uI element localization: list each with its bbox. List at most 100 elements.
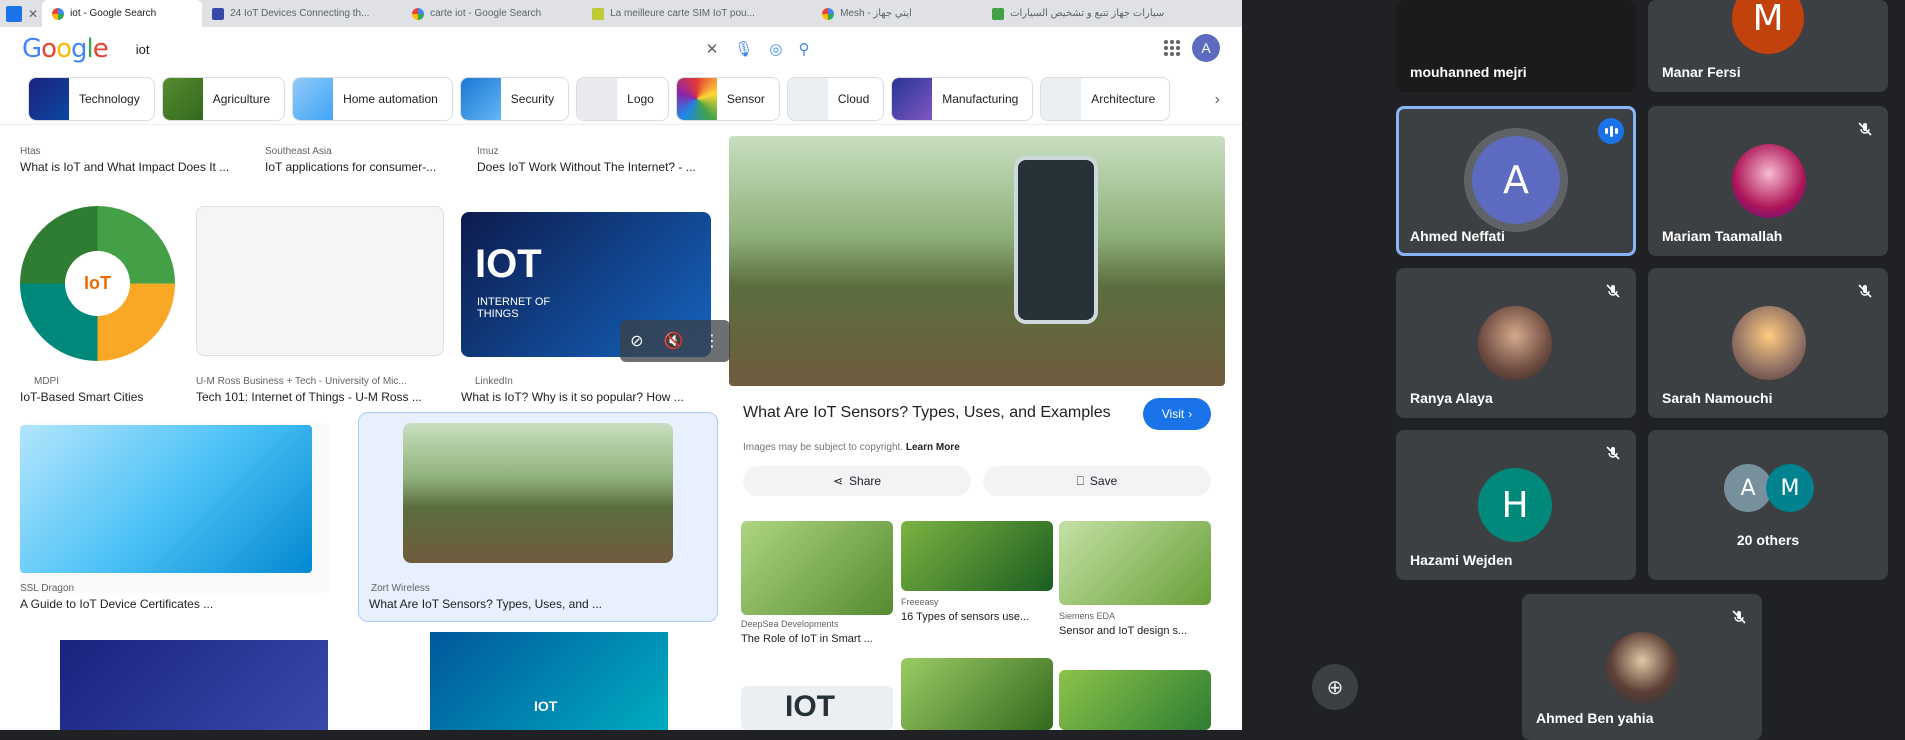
camera-off-icon[interactable]: ⊘ [630,331,643,351]
image-title-text: IOT [785,690,835,723]
save-button[interactable]: ⎕ Save [983,466,1211,496]
related-image[interactable] [1059,670,1211,730]
avatar: A [1724,464,1772,512]
volume-off-icon[interactable]: 🔇 [664,331,684,351]
chrome-icon [822,7,835,20]
others-tile[interactable]: A M 20 others [1648,430,1888,580]
shared-screen: ✕ iot - Google Search 24 IoT Devices Con… [0,0,1242,730]
chip-label: Technology [79,91,140,106]
related-image[interactable] [901,658,1053,730]
chevron-right-icon[interactable]: › [1215,91,1220,109]
others-count: 20 others [1736,532,1800,548]
image-result[interactable]: U-M Ross Business + Tech - University of… [196,206,446,406]
share-button[interactable]: ⋖ Share [743,466,971,496]
search-input[interactable]: iot [136,42,556,57]
chip-agriculture[interactable]: Agriculture [161,76,286,121]
chip-technology[interactable]: Technology [28,76,155,121]
preview-image[interactable] [729,136,1225,386]
site-icon [212,7,225,20]
screen: ✕ iot - Google Search 24 IoT Devices Con… [0,0,1905,740]
site-icon [592,7,605,20]
close-icon[interactable]: ✕ [28,7,38,21]
learn-more-link[interactable]: Learn More [906,442,960,453]
image-result[interactable]: IoT MDPI IoT-Based Smart Cities [20,206,195,406]
related-image-thumb [741,521,893,615]
logo-letter: o [56,34,72,64]
clear-icon[interactable]: ✕ [706,40,719,58]
avatar: M [1732,0,1804,54]
image-title-text: IOT [475,242,542,286]
related-source: Siemens EDA [1059,611,1116,621]
chip-cloud[interactable]: Cloud [786,76,885,121]
result-caption: What is IoT? Why is it so popular? How .… [461,390,684,404]
tab-carte-iot[interactable]: carte iot - Google Search [402,0,582,27]
participant-tile[interactable]: mouhanned mejri [1396,0,1636,92]
image-result[interactable] [60,640,328,730]
result-caption: IoT applications for consumer-... [265,160,437,174]
result-source: SSL Dragon [20,583,75,594]
tab-mesh[interactable]: Mesh - ايتي جهاز [812,0,982,27]
result-caption: What Are IoT Sensors? Types, Uses, and .… [369,597,603,611]
related-image[interactable]: Siemens EDA Sensor and IoT design s... [1059,521,1211,637]
chip-label: Sensor [726,91,765,106]
chip-logo[interactable]: Logo [576,76,669,121]
microphone-icon[interactable]: 🎙 [734,40,753,58]
logo-letter: g [71,34,87,64]
participant-tile-speaking[interactable]: A Ahmed Neffati [1396,106,1636,256]
avatar: H [1478,468,1552,542]
chip-thumbnail [162,77,203,120]
google-logo[interactable]: Google [22,34,109,64]
image-result[interactable]: IOT [430,632,668,730]
tab-label: 24 IoT Devices Connecting th... [230,8,370,19]
chip-label: Home automation [343,91,438,106]
save-label: Save [1089,474,1118,488]
related-source: DeepSea Developments [741,619,839,629]
related-image[interactable]: IOT [741,686,893,730]
mic-off-icon [1854,118,1876,140]
avatar [1732,144,1806,218]
related-image[interactable]: Freeeasy 16 Types of sensors use... [901,521,1053,631]
visit-button[interactable]: Visit › [1143,398,1211,430]
apps-grid-icon[interactable] [1164,40,1180,56]
image-result[interactable]: SSL Dragon A Guide to IoT Device Certifi… [20,423,340,623]
tab-iot-google-search[interactable]: iot - Google Search [42,0,203,27]
image-result[interactable]: IOT INTERNET OF THINGS LinkedIn What is … [461,212,713,406]
tab-label: carte iot - Google Search [430,8,542,19]
image-result-selected[interactable]: Zort Wireless What Are IoT Sensors? Type… [358,412,718,622]
site-icon [992,7,1005,20]
related-image-thumb [1059,670,1211,730]
participant-tile[interactable]: Sarah Namouchi [1648,268,1888,418]
tab-iot-devices[interactable]: 24 IoT Devices Connecting th... [202,0,402,27]
chip-home-automation[interactable]: Home automation [292,76,453,121]
participant-tile[interactable]: Mariam Taamallah [1648,106,1888,256]
tab-sim-iot[interactable]: La meilleure carte SIM IoT pou... [582,0,812,27]
window-icon[interactable] [6,5,22,22]
chip-manufacturing[interactable]: Manufacturing [891,76,1034,121]
tab-arabic[interactable]: سيارات جهاز تتبع و تشخيص السيارات [982,0,1182,27]
account-avatar[interactable]: A [1192,34,1220,62]
related-image[interactable]: DeepSea Developments The Role of IoT in … [741,521,893,671]
image-result[interactable]: Imuz Does IoT Work Without The Internet?… [477,126,717,174]
result-source: Imuz [477,146,499,157]
participant-tile[interactable]: H Hazami Wejden [1396,430,1636,580]
speaking-indicator-icon [1598,118,1624,144]
chip-security[interactable]: Security [459,76,570,121]
zoom-icon[interactable]: ⊕ [1312,664,1358,710]
image-result[interactable]: Htas What is IoT and What Impact Does It… [20,126,248,174]
chip-architecture[interactable]: Architecture [1040,76,1171,121]
participant-tile[interactable]: Ranya Alaya [1396,268,1636,418]
participant-tile[interactable]: Ahmed Ben yahia [1522,594,1762,740]
result-caption: IoT-Based Smart Cities [20,390,144,404]
mic-off-icon [1602,280,1624,302]
search-header: Google iot ✕ 🎙 ◎ ⚲ A [0,27,1242,71]
more-vert-icon[interactable]: ⋮ [704,331,720,351]
preview-title[interactable]: What Are IoT Sensors? Types, Uses, and E… [743,404,1111,422]
image-result[interactable]: Southeast Asia IoT applications for cons… [265,126,465,174]
participant-tile[interactable]: M Manar Fersi [1648,0,1888,92]
chip-label: Logo [627,91,654,106]
participant-name: Manar Fersi [1662,64,1741,80]
chip-sensor[interactable]: Sensor [675,76,780,121]
search-icon[interactable]: ⚲ [798,40,809,58]
participant-name: Sarah Namouchi [1662,390,1773,406]
lens-icon[interactable]: ◎ [769,40,782,58]
